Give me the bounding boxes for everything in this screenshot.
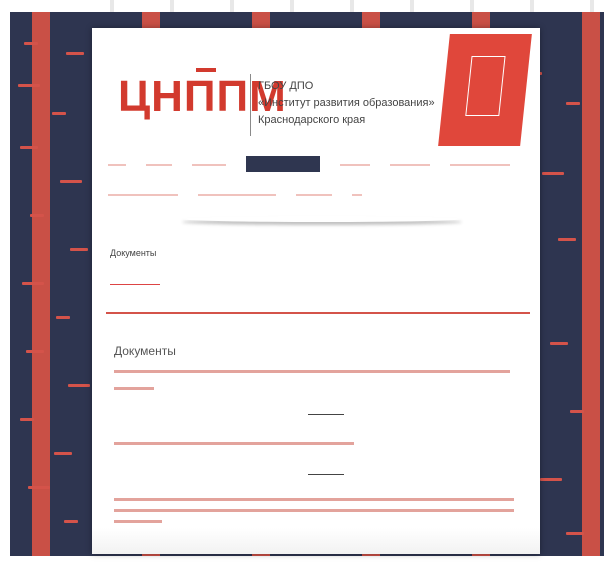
site-page: ЦНППМ ГБОУ ДПО «Институт развития образо… <box>92 28 540 554</box>
background-dash <box>52 112 66 115</box>
background-dash <box>56 316 70 319</box>
nav-item-7[interactable] <box>450 156 510 166</box>
nav-item-11[interactable] <box>352 186 362 196</box>
background-dash <box>28 486 50 489</box>
background-dash <box>66 52 84 55</box>
bottom-fade <box>92 528 540 554</box>
background-dash <box>54 452 72 455</box>
section-heading: Документы <box>110 248 157 258</box>
doc-link-3-line-2 <box>114 509 514 512</box>
nav-item-4[interactable] <box>246 156 320 172</box>
background-dash <box>550 342 568 345</box>
nav-item-3[interactable] <box>192 156 226 166</box>
red-divider <box>106 312 530 314</box>
nav-item-5[interactable] <box>340 156 370 166</box>
logo-separator <box>250 74 251 136</box>
background-dash <box>20 418 34 421</box>
nav-item-9[interactable] <box>198 186 276 196</box>
background-dash <box>20 146 38 149</box>
doc-link-1-line-2 <box>114 387 154 390</box>
background-dash <box>60 180 82 183</box>
document-link-3[interactable] <box>114 496 514 523</box>
background-dash <box>570 410 584 413</box>
document-link-2[interactable] <box>114 438 514 445</box>
banner-frame <box>465 56 506 116</box>
background-dash <box>30 214 44 217</box>
org-line-1: ГБОУ ДПО <box>258 80 314 92</box>
document-link-1[interactable] <box>114 366 514 390</box>
nav-item-1[interactable] <box>108 156 126 166</box>
heading-underline <box>110 284 160 285</box>
organization-name: ГБОУ ДПО «Институт развития образования»… <box>258 78 438 129</box>
nav-item-10[interactable] <box>296 186 332 196</box>
doc-link-3-line-1 <box>114 498 514 501</box>
background-dash <box>26 350 44 353</box>
background-dash <box>70 248 88 251</box>
document-divider-1 <box>308 414 344 415</box>
org-line-3: Краснодарского края <box>258 114 366 126</box>
document-divider-2 <box>308 474 344 475</box>
nav-item-6[interactable] <box>390 156 430 166</box>
org-line-2: «Институт развития образования» <box>258 97 435 109</box>
background-dash <box>18 84 40 87</box>
nav-item-8[interactable] <box>108 186 178 196</box>
doc-link-1-line-1 <box>114 370 510 373</box>
doc-link-2-line <box>114 442 354 445</box>
background-dash <box>64 520 78 523</box>
background-dash <box>540 478 562 481</box>
promo-banner[interactable] <box>438 34 532 146</box>
background-dash <box>566 102 580 105</box>
nav-shadow <box>182 216 462 222</box>
background-dash <box>22 282 44 285</box>
content-title: Документы <box>114 344 176 358</box>
background-dash <box>24 42 38 45</box>
background-dash <box>558 238 576 241</box>
background-dash <box>542 172 564 175</box>
nav-item-2[interactable] <box>146 156 172 166</box>
background-dash <box>68 384 90 387</box>
doc-link-3-line-3 <box>114 520 162 523</box>
main-navigation <box>108 156 528 196</box>
background-dash <box>566 532 584 535</box>
